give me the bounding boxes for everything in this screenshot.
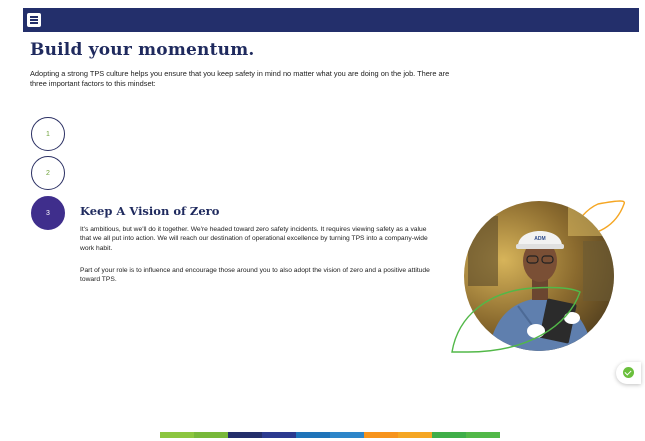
complete-button[interactable] bbox=[616, 362, 641, 384]
top-navigation-bar bbox=[23, 8, 639, 32]
intro-text: Adopting a strong TPS culture helps you … bbox=[30, 69, 450, 88]
section-paragraph-2: Part of your role is to influence and en… bbox=[80, 267, 430, 284]
progress-segment bbox=[466, 432, 500, 438]
helmet-logo: ADM bbox=[534, 236, 545, 242]
worker-photo: ADM bbox=[448, 196, 633, 356]
check-circle-icon bbox=[623, 367, 634, 378]
section-paragraph-1: It's ambitious, but we'll do it together… bbox=[80, 226, 428, 252]
progress-segment bbox=[228, 432, 262, 438]
progress-segment bbox=[432, 432, 466, 438]
page-title: Build your momentum. bbox=[30, 40, 255, 60]
step-button-3[interactable]: 3 bbox=[31, 196, 65, 230]
progress-segment bbox=[398, 432, 432, 438]
progress-segment bbox=[262, 432, 296, 438]
progress-segment bbox=[296, 432, 330, 438]
progress-strip bbox=[160, 432, 500, 438]
progress-segment bbox=[194, 432, 228, 438]
progress-segment bbox=[330, 432, 364, 438]
section-title: Keep A Vision of Zero bbox=[80, 204, 220, 218]
step-button-2[interactable]: 2 bbox=[31, 156, 65, 190]
hamburger-menu-icon[interactable] bbox=[27, 13, 41, 27]
step-button-1[interactable]: 1 bbox=[31, 117, 65, 151]
progress-segment bbox=[160, 432, 194, 438]
progress-segment bbox=[364, 432, 398, 438]
